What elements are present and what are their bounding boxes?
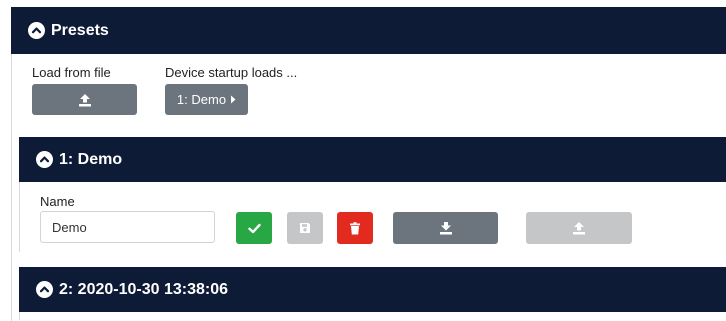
download-preset-button[interactable]	[393, 212, 498, 244]
chevron-up-circle-icon[interactable]	[28, 22, 45, 39]
upload-icon	[78, 93, 91, 106]
caret-right-icon	[231, 95, 236, 104]
upload-icon	[573, 222, 585, 235]
upload-preset-button[interactable]	[526, 212, 632, 244]
trash-icon	[350, 221, 360, 234]
preset-1-title: 1: Demo	[59, 150, 123, 168]
preset-1-header[interactable]: 1: Demo	[19, 137, 726, 182]
download-icon	[439, 222, 452, 235]
preset-2-title: 2: 2020-10-30 13:38:06	[59, 280, 229, 298]
load-from-file-label: Load from file	[32, 65, 111, 80]
startup-preset-dropdown[interactable]: 1: Demo	[165, 84, 248, 115]
check-icon	[247, 223, 261, 233]
startup-preset-value: 1: Demo	[176, 92, 227, 107]
save-icon	[300, 223, 310, 233]
chevron-up-circle-icon[interactable]	[36, 281, 53, 298]
chevron-up-circle-icon[interactable]	[36, 151, 53, 168]
presets-title: Presets	[51, 21, 109, 39]
name-input[interactable]	[40, 211, 215, 243]
load-from-file-button[interactable]	[32, 84, 137, 115]
presets-header[interactable]: Presets	[11, 7, 726, 54]
name-label: Name	[40, 194, 75, 209]
preset-2-header[interactable]: 2: 2020-10-30 13:38:06	[19, 267, 726, 312]
confirm-button[interactable]	[236, 212, 272, 244]
startup-preset-label: Device startup loads ...	[165, 65, 298, 80]
save-button[interactable]	[287, 212, 323, 244]
delete-button[interactable]	[337, 212, 373, 244]
